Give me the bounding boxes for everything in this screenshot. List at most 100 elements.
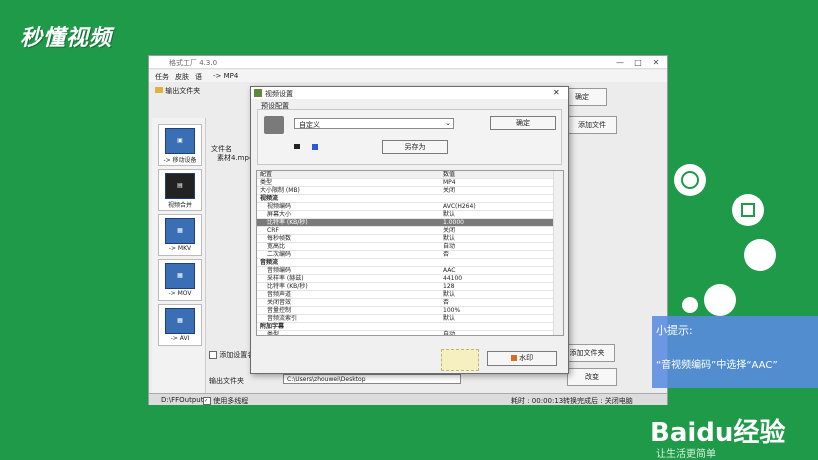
grid-cell-value: 否 xyxy=(443,251,450,258)
sidebar-item-label: -> MOV xyxy=(168,290,192,297)
grid-cell-value: AVC(H264) xyxy=(443,203,476,210)
mov-icon: ▦ xyxy=(165,263,195,289)
breadcrumb: -> MP4 xyxy=(213,72,239,80)
deco-circle-5 xyxy=(682,297,698,313)
preset-app-icon xyxy=(264,116,284,134)
status-elapsed: 耗时 : 00:00:13 xyxy=(511,397,564,405)
dialog-ok-button[interactable]: 确定 xyxy=(490,116,556,130)
grid-cell-name: 关闭音效 xyxy=(267,299,292,306)
sidebar-item-mobile[interactable]: ▣ -> 移动设备 xyxy=(158,124,202,166)
tip-body: “音视频编码”中选择“AAC” xyxy=(656,360,778,371)
menu-skin[interactable]: 皮肤 xyxy=(175,72,189,82)
grid-scrollbar[interactable] xyxy=(553,171,563,335)
grid-row[interactable]: 关闭音效 否 xyxy=(257,299,553,307)
grid-row[interactable]: 附加字幕 xyxy=(257,323,553,331)
watermark-preview xyxy=(441,349,479,371)
sidebar-item-mkv[interactable]: ▦ -> MKV xyxy=(158,214,202,256)
dialog-close-button[interactable]: ✕ xyxy=(553,88,560,97)
chevron-down-icon: ⌄ xyxy=(445,119,451,127)
film-icon: ▤ xyxy=(165,173,195,199)
grid-cell-name: 视频流 xyxy=(260,195,279,202)
sidebar: ▣ -> 移动设备 ▤ 视频合并 ▦ -> MKV ▦ -> MOV ▦ -> … xyxy=(152,118,206,398)
grid-cell-value: 1.0000 xyxy=(443,219,464,226)
grid-row[interactable]: 音频编码 AAC xyxy=(257,267,553,275)
grid-cell-value: 自动 xyxy=(443,243,456,250)
status-after-complete: 转换完成后 : 关闭电脑 xyxy=(563,397,633,405)
add-settings-label: 添加设置名 xyxy=(219,351,255,359)
watermark-button[interactable]: 水印 xyxy=(487,351,557,366)
sidebar-item-label: 视频合并 xyxy=(167,202,192,209)
grid-row[interactable]: 类型 自动 xyxy=(257,331,553,335)
multithread-checkbox[interactable]: ✓ 使用多线程 xyxy=(203,396,248,406)
menu-language[interactable]: 语 xyxy=(195,72,202,82)
grid-cell-name: 视频编码 xyxy=(267,203,292,210)
grid-row[interactable]: 二次编码 否 xyxy=(257,251,553,259)
deco-circle-1 xyxy=(674,164,706,196)
grid-cell-name: CRF xyxy=(267,227,279,234)
video-settings-dialog: 视频设置 ✕ 预设配置 自定义 ⌄ 另存为 确定 配置 数值 类型 MP4 大小限制… xyxy=(250,86,569,374)
file-list-item[interactable]: 素材4.mp4 xyxy=(217,153,253,163)
tip-panel: 小提示: “音视频编码”中选择“AAC” xyxy=(652,316,818,388)
grid-row[interactable]: 每秒帧数 默认 xyxy=(257,235,553,243)
grid-cell-name: 比特率 (KB/秒) xyxy=(267,283,308,290)
sidebar-item-merge[interactable]: ▤ 视频合并 xyxy=(158,169,202,211)
change-button[interactable]: 改变 xyxy=(567,368,617,386)
grid-row[interactable]: 采样率 (赫兹) 44100 xyxy=(257,275,553,283)
status-bar: D:\FFOutput ✓ 使用多线程 耗时 : 00:00:13 转换完成后 … xyxy=(149,393,667,405)
maximize-button[interactable]: □ xyxy=(629,57,647,68)
status-path: D:\FFOutput xyxy=(161,396,204,404)
grid-row[interactable]: 视频编码 AVC(H264) xyxy=(257,203,553,211)
grid-row[interactable]: 视频流 xyxy=(257,195,553,203)
grid-cell-name: 大小限制 (MB) xyxy=(260,187,300,194)
saveas-label: 另存为 xyxy=(404,143,426,151)
grid-row[interactable]: 比特率 (KB/秒) 1.0000 xyxy=(257,219,553,227)
grid-row[interactable]: 大小限制 (MB) 关闭 xyxy=(257,187,553,195)
grid-cell-value: 关闭 xyxy=(443,187,456,194)
grid-row[interactable]: 音频声道 默认 xyxy=(257,291,553,299)
grid-cell-value: 默认 xyxy=(443,315,456,322)
add-settings-checkbox[interactable]: 添加设置名 xyxy=(209,350,254,360)
grid-cell-name: 音频流索引 xyxy=(267,315,298,322)
grid-cell-value: 默认 xyxy=(443,235,456,242)
menu-task[interactable]: 任务 xyxy=(155,72,169,82)
grid-row[interactable]: 音量控制 100% xyxy=(257,307,553,315)
decorative-icons xyxy=(674,164,776,316)
sidebar-item-label: -> MKV xyxy=(168,245,192,252)
output-folder-row-label: 输出文件夹 xyxy=(209,377,244,385)
preset-value: 自定义 xyxy=(299,121,320,129)
minimize-button[interactable]: — xyxy=(611,57,629,68)
grid-row[interactable]: 音频流 xyxy=(257,259,553,267)
grid-cell-value: 默认 xyxy=(443,211,456,218)
dialog-title: 视频设置 xyxy=(265,90,293,98)
grid-cell-name: 宽高比 xyxy=(267,243,286,250)
output-folder-toolbar[interactable]: 输出文件夹 xyxy=(155,86,200,96)
settings-grid: 配置 数值 类型 MP4 大小限制 (MB) 关闭视频流 视频编码 AVC(H264) 屏幕… xyxy=(256,170,564,336)
grid-row[interactable]: 类型 MP4 xyxy=(257,179,553,187)
grid-cell-name: 音量控制 xyxy=(267,307,292,314)
grid-cell-name: 类型 xyxy=(260,179,273,186)
baidu-slogan: 让生活更简单 xyxy=(656,449,716,460)
sidebar-item-label: -> AVI xyxy=(170,335,190,342)
preset-small-icon-1[interactable] xyxy=(294,144,300,149)
grid-row[interactable]: 音频流索引 默认 xyxy=(257,315,553,323)
window-titlebar: 格式工厂 4.3.0 — □ ✕ xyxy=(149,56,667,69)
deco-circle-3 xyxy=(744,239,776,271)
sidebar-item-avi[interactable]: ▦ -> AVI xyxy=(158,304,202,346)
ok-label: 确定 xyxy=(516,119,530,127)
miaodong-logo: 秒懂视频 xyxy=(20,25,113,51)
grid-header-config: 配置 xyxy=(260,171,273,178)
preset-combo[interactable]: 自定义 ⌄ xyxy=(294,118,454,129)
preset-small-icon-2[interactable] xyxy=(312,144,318,150)
grid-header-value: 数值 xyxy=(443,171,456,178)
multithread-label: 使用多线程 xyxy=(213,397,249,405)
close-button[interactable]: ✕ xyxy=(647,57,665,68)
add-file-button[interactable]: 添加文件 xyxy=(567,116,617,134)
grid-row[interactable]: 屏幕大小 默认 xyxy=(257,211,553,219)
output-path-select[interactable]: C:\Users\zhouwei\Desktop xyxy=(283,374,461,384)
grid-cell-name: 二次编码 xyxy=(267,251,292,258)
grid-row[interactable]: CRF 关闭 xyxy=(257,227,553,235)
sidebar-item-mov[interactable]: ▦ -> MOV xyxy=(158,259,202,301)
grid-row[interactable]: 宽高比 自动 xyxy=(257,243,553,251)
saveas-button[interactable]: 另存为 xyxy=(382,140,448,154)
grid-row[interactable]: 比特率 (KB/秒) 128 xyxy=(257,283,553,291)
